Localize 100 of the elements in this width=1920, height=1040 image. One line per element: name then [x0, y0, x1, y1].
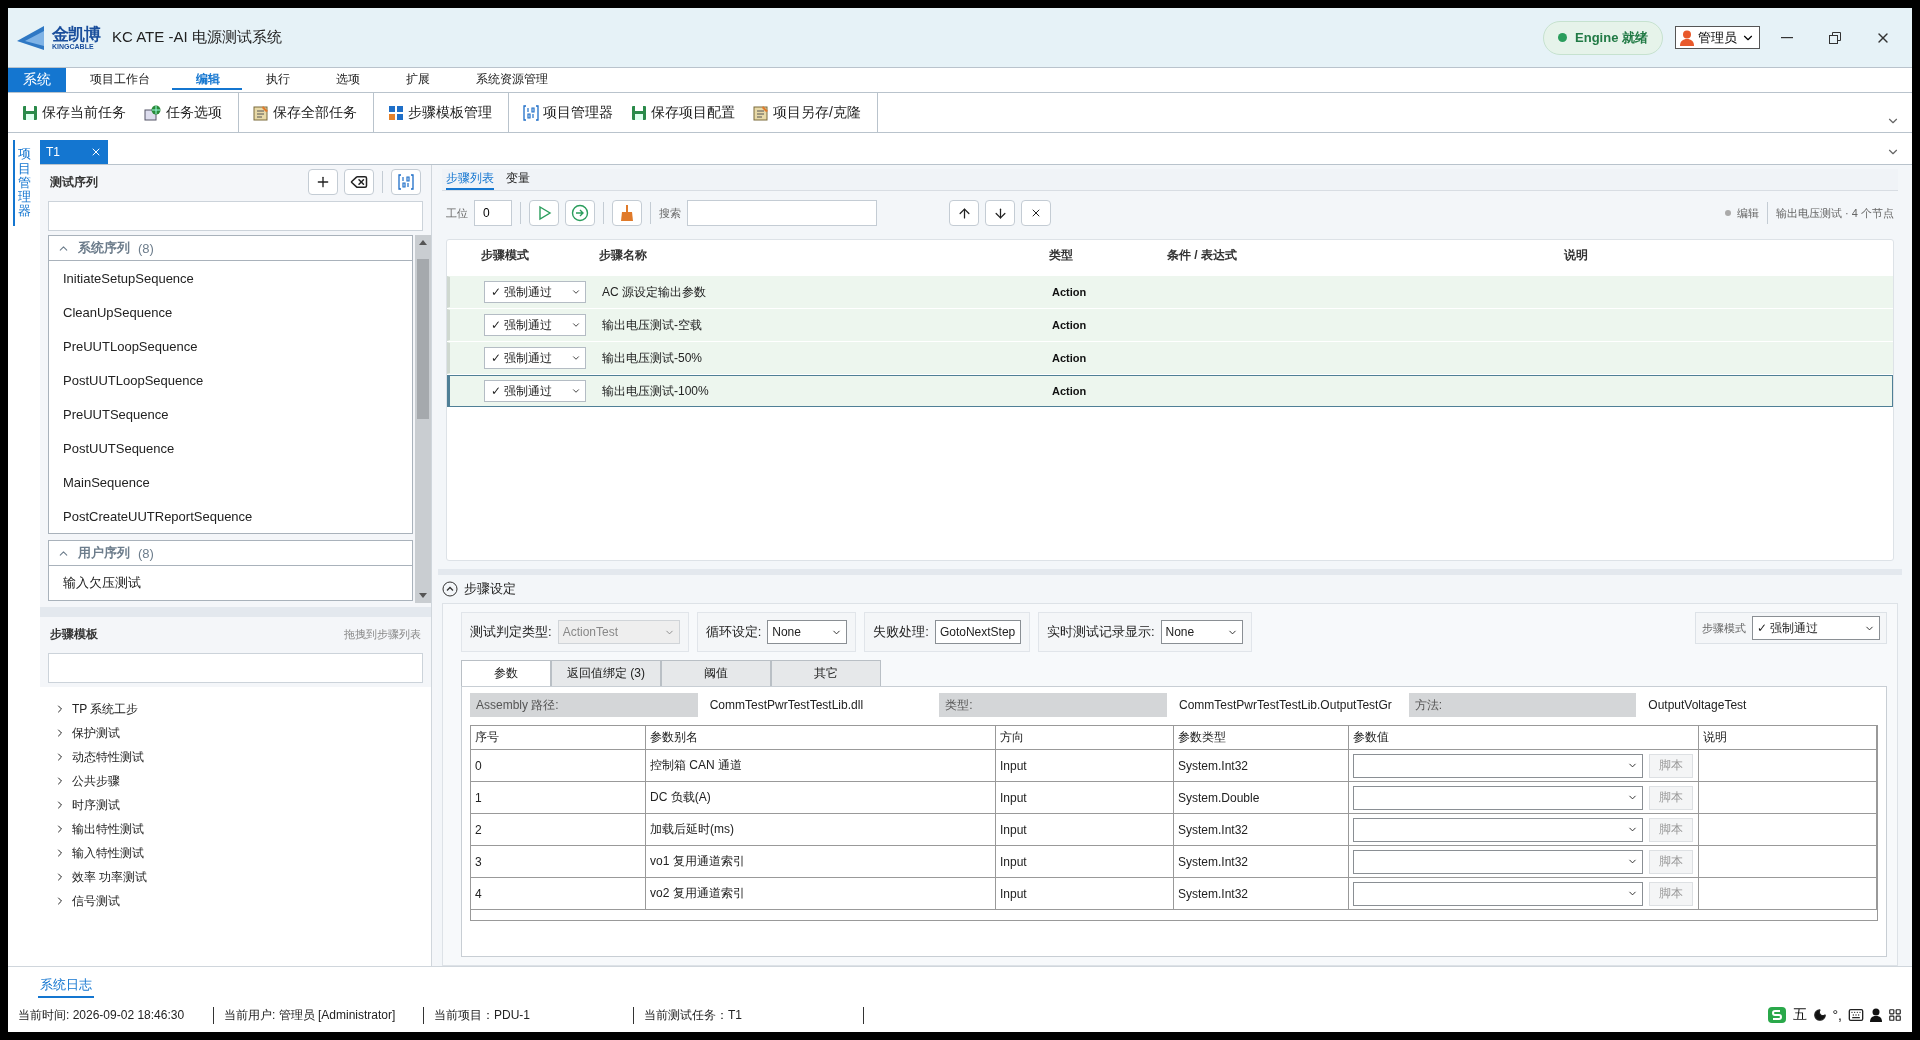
menu-tab[interactable]: 扩展: [382, 70, 452, 90]
grid-icon[interactable]: [1888, 1008, 1902, 1022]
column-header: 说明: [1699, 726, 1877, 749]
section-header[interactable]: 步骤设定: [442, 575, 1898, 603]
person-icon[interactable]: [1870, 1008, 1882, 1022]
mode-dropdown[interactable]: ✓ 强制通过: [484, 347, 586, 369]
tree-item[interactable]: 输出特性测试: [54, 817, 431, 841]
dropdown[interactable]: None: [767, 620, 848, 644]
table-cell: Input: [996, 750, 1174, 781]
step-row[interactable]: ✓ 强制通过 输出电压测试-空载 Action: [447, 309, 1893, 341]
table-cell-text: AC 源设定输出参数: [602, 283, 707, 301]
step-row[interactable]: ✓ 强制通过 AC 源设定输出参数 Action: [447, 276, 1893, 308]
tab[interactable]: 变量: [506, 169, 530, 190]
column-header: 序号: [471, 726, 646, 749]
search-field[interactable]: [687, 200, 877, 226]
tab[interactable]: 其它: [771, 660, 881, 686]
person-icon: [1680, 29, 1694, 46]
panel-title: 步骤模板: [50, 625, 99, 643]
menu-tab[interactable]: 编辑: [172, 70, 242, 90]
toolbar-button[interactable]: 保存项目配置: [629, 97, 737, 128]
value-dropdown[interactable]: [1353, 785, 1643, 810]
mode-dropdown[interactable]: ✓ 强制通过: [484, 314, 586, 336]
field-label: 循环设定:: [705, 623, 762, 641]
grid-icon: [388, 104, 404, 121]
next-button[interactable]: [565, 200, 595, 226]
tree-item[interactable]: 动态特性测试: [54, 745, 431, 769]
toolbar-button[interactable]: 步骤模板管理: [386, 97, 494, 128]
table-cell-text: Action: [1052, 385, 1088, 397]
scrollbar[interactable]: [415, 235, 431, 603]
chevron-down-icon: [571, 287, 581, 297]
user-dropdown[interactable]: 管理员: [1675, 26, 1760, 49]
notepad-icon: [253, 104, 269, 121]
menu-tab[interactable]: 项目工作台: [66, 70, 172, 90]
tab[interactable]: 阈值: [661, 660, 771, 686]
menu-tab[interactable]: 选项: [312, 70, 382, 90]
moon-icon[interactable]: [1812, 1008, 1827, 1022]
value-dropdown[interactable]: [1353, 881, 1643, 906]
tree-item[interactable]: 公共步骤: [54, 769, 431, 793]
scroll-down-icon[interactable]: [419, 593, 427, 599]
toolbar-button[interactable]: 保存全部任务: [251, 97, 359, 128]
info-value: CommTestPwrTestTestLib.dll: [708, 698, 865, 712]
tree-item[interactable]: 效率 功率测试: [54, 865, 431, 889]
mode-dropdown[interactable]: ✓ 强制通过: [484, 380, 586, 402]
toolbar-button[interactable]: 保存当前任务: [20, 97, 128, 128]
menu-tab[interactable]: 执行: [242, 70, 312, 90]
tab[interactable]: 参数: [461, 660, 551, 686]
status-text: 当前项目：PDU-1: [434, 1006, 634, 1024]
tab[interactable]: 步骤列表: [446, 169, 494, 190]
tree-item[interactable]: 时序测试: [54, 793, 431, 817]
input-method-icon[interactable]: [1766, 1006, 1787, 1024]
broom-icon: [620, 205, 634, 221]
info-value: CommTestPwrTestTestLib.OutputTestGr: [1178, 698, 1393, 712]
keyboard-icon[interactable]: [1848, 1007, 1864, 1023]
step-row[interactable]: ✓ 强制通过 输出电压测试-100% Action: [447, 375, 1893, 407]
document-tab[interactable]: T1: [40, 140, 108, 164]
column-header: 参数值: [1349, 726, 1699, 749]
table-cell: 3: [471, 846, 646, 877]
table-cell: 控制箱 CAN 通道: [646, 750, 996, 781]
mode-dropdown[interactable]: ✓ 强制通过: [484, 281, 586, 303]
add-button[interactable]: [308, 169, 338, 195]
info-label: 方法:: [1408, 693, 1637, 717]
search-field[interactable]: [48, 653, 423, 683]
mode-dropdown[interactable]: ✓ 强制通过: [1752, 616, 1880, 640]
station-field[interactable]: 0: [474, 200, 512, 226]
tree-item[interactable]: 输入特性测试: [54, 841, 431, 865]
step-row[interactable]: ✓ 强制通过 输出电压测试-50% Action: [447, 342, 1893, 374]
table-cell: 2: [471, 814, 646, 845]
status-dot-icon: [1558, 33, 1568, 42]
punctuation-label[interactable]: °,: [1832, 1007, 1842, 1023]
remove-button[interactable]: [1021, 200, 1051, 226]
dropdown[interactable]: None: [1160, 620, 1243, 644]
toolbar-button[interactable]: 项目管理器: [521, 97, 615, 128]
side-tab[interactable]: 项目管理器: [13, 140, 35, 226]
app-menu-button[interactable]: 系统: [8, 68, 66, 92]
scroll-up-icon[interactable]: [419, 239, 427, 245]
logo-icon: [16, 24, 46, 51]
column-header: 参数类型: [1174, 726, 1349, 749]
delete-button[interactable]: [344, 169, 374, 195]
menu-tab[interactable]: 系统资源管理: [452, 70, 570, 90]
clear-button[interactable]: [612, 200, 642, 226]
value-dropdown[interactable]: [1353, 753, 1643, 778]
move-up-button[interactable]: [949, 200, 979, 226]
tree-item[interactable]: TP 系统工步: [54, 697, 431, 721]
value-dropdown[interactable]: [1353, 849, 1643, 874]
tree-item[interactable]: 信号测试: [54, 889, 431, 913]
move-down-button[interactable]: [985, 200, 1015, 226]
tab[interactable]: 返回值绑定 (3): [551, 660, 661, 686]
toolbar-button[interactable]: 项目另存/克隆: [751, 97, 863, 128]
column-header: 参数别名: [646, 726, 996, 749]
value-dropdown[interactable]: [1353, 817, 1643, 842]
ime-mode-label[interactable]: 五: [1792, 1006, 1807, 1024]
dropdown[interactable]: GotoNextStep: [934, 620, 1021, 644]
toolbar-button[interactable]: 任务选项: [142, 97, 224, 128]
search-field[interactable]: [48, 201, 423, 231]
field-label: 失败处理:: [873, 623, 929, 641]
close-tab-icon[interactable]: [90, 146, 102, 158]
tree-item[interactable]: 保护测试: [54, 721, 431, 745]
window-title: KC ATE -AI 电源测试系统: [112, 28, 282, 47]
binary-button[interactable]: [391, 169, 421, 195]
run-button[interactable]: [529, 200, 559, 226]
